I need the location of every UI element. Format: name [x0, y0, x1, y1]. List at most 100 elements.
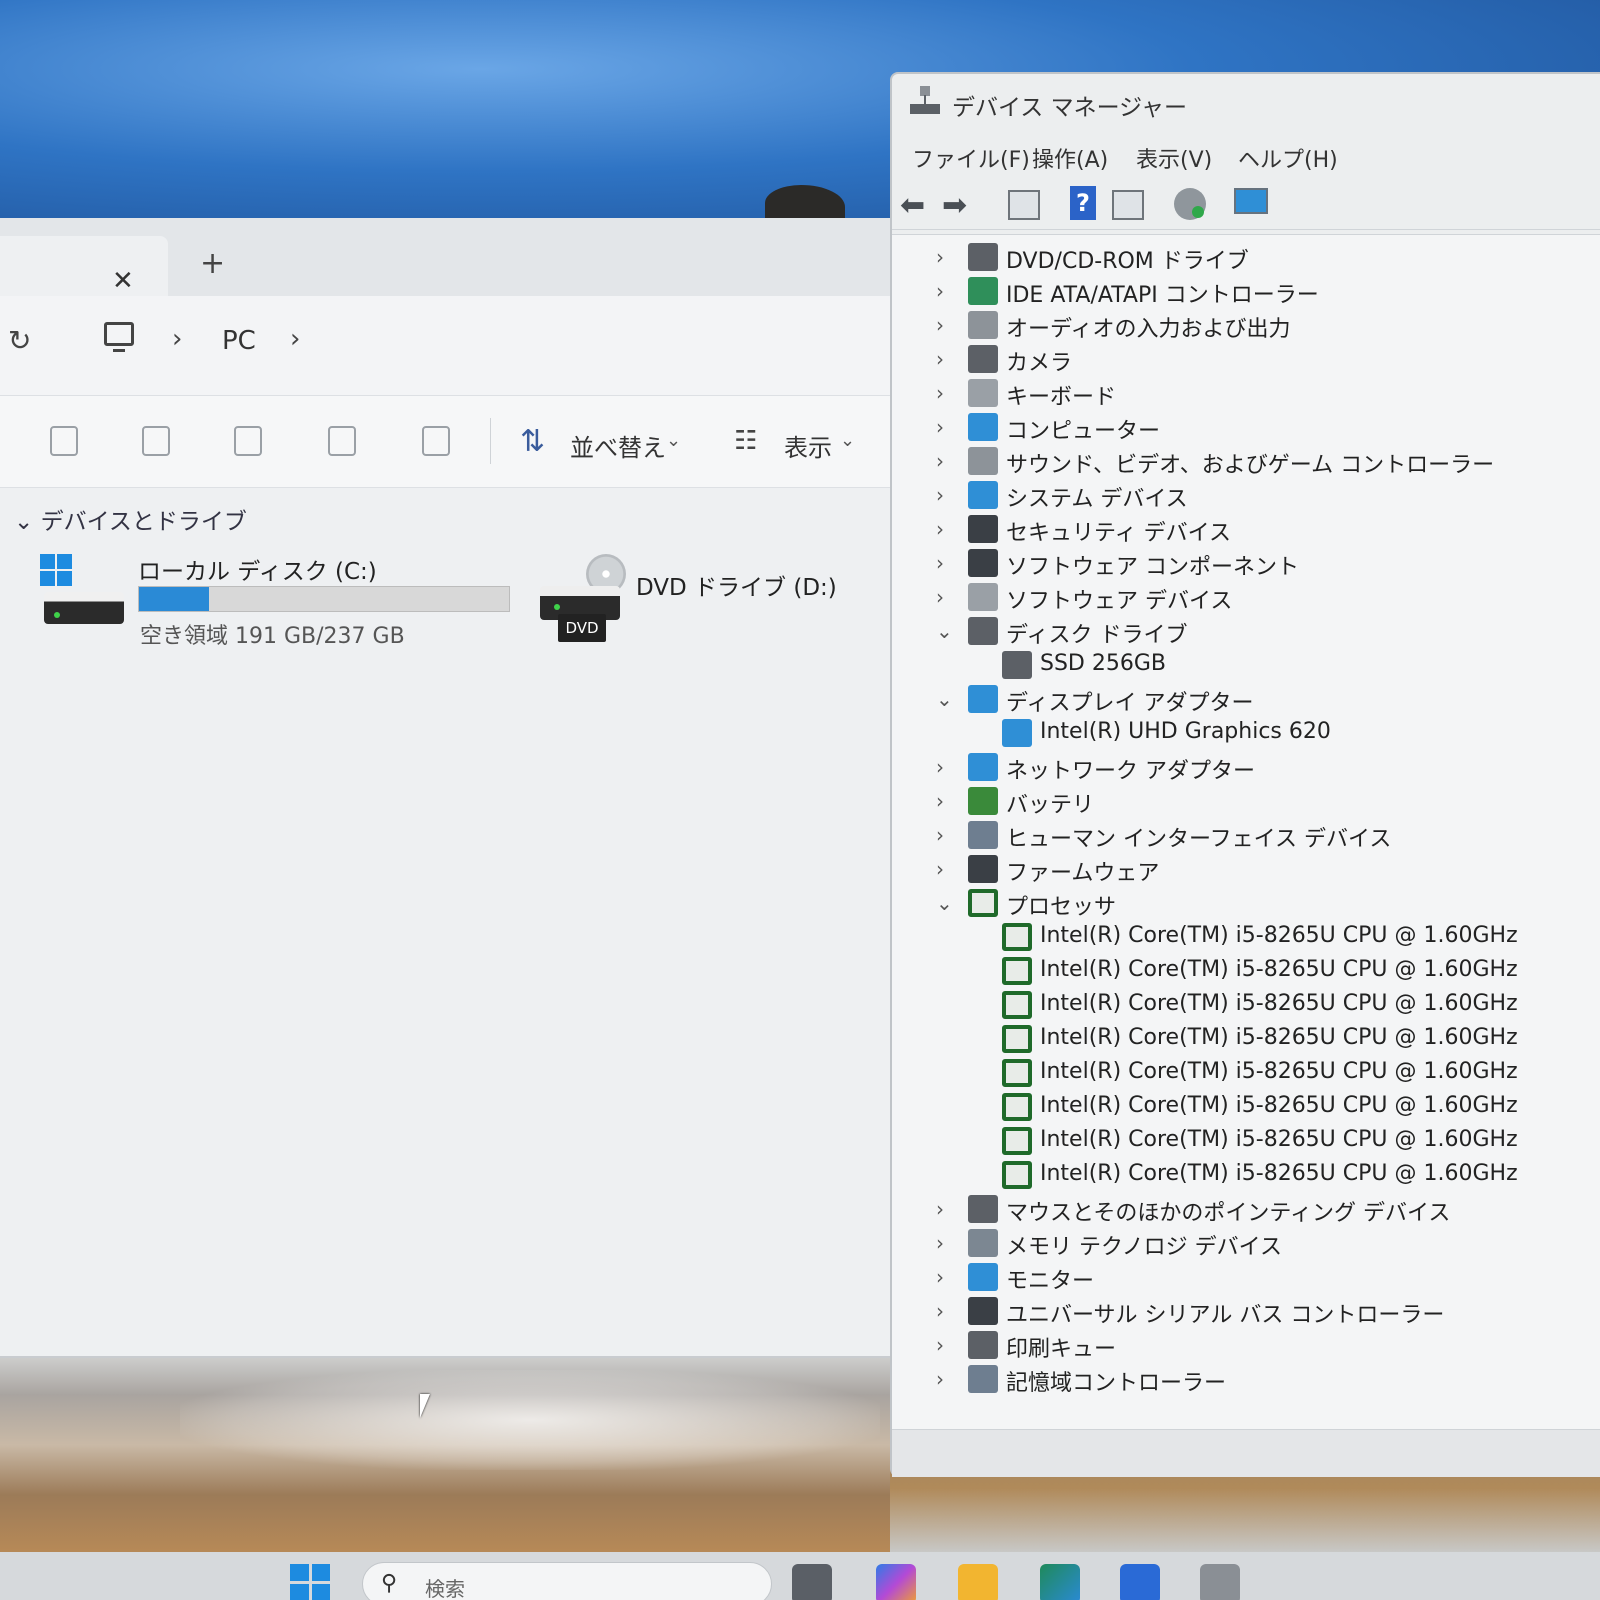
- menu-action[interactable]: 操作(A): [1032, 142, 1108, 174]
- tree-device-item[interactable]: Intel(R) Core(TM) i5-8265U CPU @ 1.60GHz: [892, 921, 1592, 955]
- show-hide-console-tree-icon[interactable]: [1008, 190, 1040, 220]
- tree-device-item[interactable]: Intel(R) Core(TM) i5-8265U CPU @ 1.60GHz: [892, 1125, 1592, 1159]
- chevron-right-icon[interactable]: ›: [936, 1265, 956, 1289]
- sort-button[interactable]: 並べ替え: [570, 428, 666, 463]
- chevron-right-icon[interactable]: ›: [936, 449, 956, 473]
- drive-d-name[interactable]: DVD ドライブ (D:): [636, 568, 837, 602]
- chevron-down-icon[interactable]: ⌄: [936, 891, 956, 915]
- breadcrumb-chevron-icon[interactable]: ›: [290, 324, 300, 354]
- tree-category-item[interactable]: › セキュリティ デバイス: [892, 513, 1592, 547]
- chevron-right-icon[interactable]: ›: [936, 517, 956, 541]
- tree-category-item[interactable]: ⌄ ディスプレイ アダプター: [892, 683, 1592, 717]
- chevron-down-icon[interactable]: ⌄: [840, 430, 855, 451]
- view-list-icon[interactable]: ☷: [734, 426, 757, 456]
- tree-category-item[interactable]: › バッテリ: [892, 785, 1592, 819]
- tree-category-item[interactable]: › 印刷キュー: [892, 1329, 1592, 1363]
- chevron-down-icon[interactable]: ⌄: [14, 509, 41, 535]
- chevron-right-icon[interactable]: ›: [936, 1299, 956, 1323]
- chevron-right-icon[interactable]: ›: [936, 381, 956, 405]
- chevron-right-icon[interactable]: ›: [936, 245, 956, 269]
- chevron-right-icon[interactable]: ›: [936, 313, 956, 337]
- monitor-icon[interactable]: [104, 322, 134, 352]
- drive-c-name[interactable]: ローカル ディスク (C:): [138, 552, 377, 586]
- tree-device-item[interactable]: Intel(R) Core(TM) i5-8265U CPU @ 1.60GHz: [892, 1023, 1592, 1057]
- dvd-drive-icon[interactable]: DVD: [540, 554, 626, 642]
- rename-icon[interactable]: [234, 426, 262, 456]
- copilot-icon[interactable]: [876, 1564, 916, 1600]
- tree-category-item[interactable]: › オーディオの入力および出力: [892, 309, 1592, 343]
- tree-category-item[interactable]: ⌄ ディスク ドライブ: [892, 615, 1592, 649]
- tree-device-item[interactable]: SSD 256GB: [892, 649, 1592, 683]
- file-explorer-icon[interactable]: [958, 1564, 998, 1600]
- menu-help[interactable]: ヘルプ(H): [1238, 142, 1338, 174]
- help-icon[interactable]: ?: [1070, 186, 1096, 220]
- tree-category-item[interactable]: › モニター: [892, 1261, 1592, 1295]
- tree-device-item[interactable]: Intel(R) Core(TM) i5-8265U CPU @ 1.60GHz: [892, 1159, 1592, 1193]
- breadcrumb-chevron-icon[interactable]: ›: [172, 324, 182, 354]
- task-view-icon[interactable]: [792, 1564, 832, 1600]
- tree-category-item[interactable]: › キーボード: [892, 377, 1592, 411]
- paste-icon[interactable]: [142, 426, 170, 456]
- chevron-right-icon[interactable]: ›: [936, 823, 956, 847]
- chevron-right-icon[interactable]: ›: [936, 551, 956, 575]
- chevron-right-icon[interactable]: ›: [936, 1333, 956, 1357]
- chevron-right-icon[interactable]: ›: [936, 415, 956, 439]
- tree-category-item[interactable]: › ヒューマン インターフェイス デバイス: [892, 819, 1592, 853]
- chevron-down-icon[interactable]: ⌄: [666, 430, 681, 451]
- tree-category-item[interactable]: › マウスとそのほかのポインティング デバイス: [892, 1193, 1592, 1227]
- tree-category-item[interactable]: › ユニバーサル シリアル バス コントローラー: [892, 1295, 1592, 1329]
- tree-category-item[interactable]: › IDE ATA/ATAPI コントローラー: [892, 275, 1592, 309]
- store-icon[interactable]: [1120, 1564, 1160, 1600]
- tree-category-item[interactable]: › ファームウェア: [892, 853, 1592, 887]
- refresh-icon[interactable]: ↻: [8, 324, 31, 357]
- monitor-icon[interactable]: [1234, 188, 1268, 214]
- chevron-right-icon[interactable]: ›: [936, 1367, 956, 1391]
- tree-device-item[interactable]: Intel(R) Core(TM) i5-8265U CPU @ 1.60GHz: [892, 1057, 1592, 1091]
- tree-category-item[interactable]: › サウンド、ビデオ、およびゲーム コントローラー: [892, 445, 1592, 479]
- tree-category-item[interactable]: › コンピューター: [892, 411, 1592, 445]
- tree-category-item[interactable]: › メモリ テクノロジ デバイス: [892, 1227, 1592, 1261]
- tree-category-item[interactable]: › カメラ: [892, 343, 1592, 377]
- breadcrumb-pc[interactable]: PC: [222, 326, 256, 356]
- chevron-right-icon[interactable]: ›: [936, 1197, 956, 1221]
- device-manager-taskbar-icon[interactable]: [1200, 1564, 1240, 1600]
- section-devices-and-drives[interactable]: ⌄ デバイスとドライブ: [14, 502, 247, 536]
- chevron-down-icon[interactable]: ⌄: [936, 687, 956, 711]
- local-disk-icon[interactable]: [40, 554, 126, 624]
- explorer-tab[interactable]: ✕: [0, 236, 168, 296]
- tree-category-item[interactable]: ⌄ プロセッサ: [892, 887, 1592, 921]
- properties-icon[interactable]: [1112, 190, 1144, 220]
- chevron-right-icon[interactable]: ›: [936, 347, 956, 371]
- tree-device-item[interactable]: Intel(R) Core(TM) i5-8265U CPU @ 1.60GHz: [892, 955, 1592, 989]
- chevron-right-icon[interactable]: ›: [936, 279, 956, 303]
- back-arrow-icon[interactable]: ⬅: [900, 188, 925, 223]
- chevron-down-icon[interactable]: ⌄: [936, 619, 956, 643]
- tree-category-item[interactable]: › ソフトウェア デバイス: [892, 581, 1592, 615]
- sort-icon[interactable]: ⇅: [520, 424, 545, 459]
- search-box[interactable]: ⚲ 検索: [362, 1562, 772, 1600]
- delete-icon[interactable]: [422, 426, 450, 456]
- tree-category-item[interactable]: › DVD/CD-ROM ドライブ: [892, 241, 1592, 275]
- chevron-right-icon[interactable]: ›: [936, 789, 956, 813]
- close-tab-icon[interactable]: ✕: [112, 266, 134, 296]
- tree-category-item[interactable]: › システム デバイス: [892, 479, 1592, 513]
- tree-device-item[interactable]: Intel(R) UHD Graphics 620: [892, 717, 1592, 751]
- chevron-right-icon[interactable]: ›: [936, 483, 956, 507]
- copy-icon[interactable]: [50, 426, 78, 456]
- edge-icon[interactable]: [1040, 1564, 1080, 1600]
- scan-hardware-icon[interactable]: [1174, 188, 1206, 220]
- menu-view[interactable]: 表示(V): [1136, 142, 1212, 174]
- forward-arrow-icon[interactable]: ➡: [942, 188, 967, 223]
- tree-category-item[interactable]: › ネットワーク アダプター: [892, 751, 1592, 785]
- tree-device-item[interactable]: Intel(R) Core(TM) i5-8265U CPU @ 1.60GHz: [892, 989, 1592, 1023]
- chevron-right-icon[interactable]: ›: [936, 755, 956, 779]
- new-tab-icon[interactable]: +: [200, 246, 225, 281]
- start-button[interactable]: [290, 1564, 330, 1600]
- chevron-right-icon[interactable]: ›: [936, 1231, 956, 1255]
- chevron-right-icon[interactable]: ›: [936, 857, 956, 881]
- tree-category-item[interactable]: › ソフトウェア コンポーネント: [892, 547, 1592, 581]
- view-button[interactable]: 表示: [784, 428, 832, 463]
- tree-category-item[interactable]: › 記憶域コントローラー: [892, 1363, 1592, 1397]
- chevron-right-icon[interactable]: ›: [936, 585, 956, 609]
- tree-device-item[interactable]: Intel(R) Core(TM) i5-8265U CPU @ 1.60GHz: [892, 1091, 1592, 1125]
